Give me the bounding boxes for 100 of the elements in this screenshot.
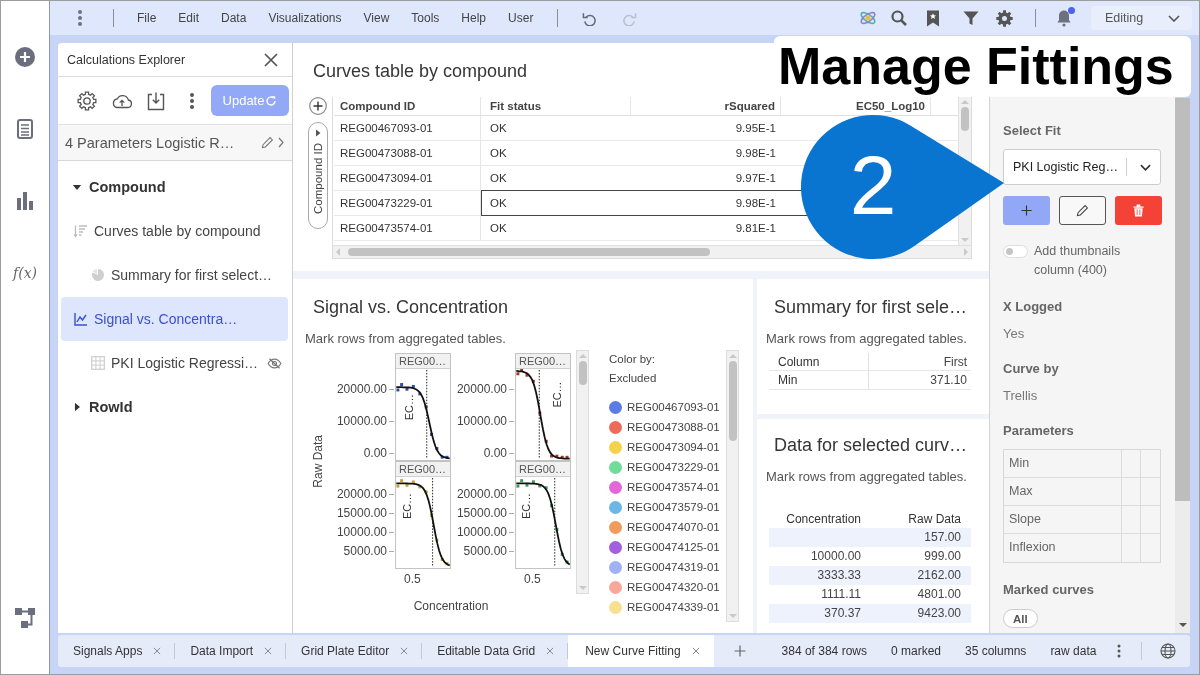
data-point[interactable] <box>424 405 428 409</box>
data-point[interactable] <box>405 483 409 487</box>
data-point[interactable] <box>544 486 548 490</box>
column-header[interactable]: Column <box>769 353 869 370</box>
data-point[interactable] <box>555 527 559 531</box>
marked-filter-chip[interactable]: All <box>1003 609 1038 628</box>
globe-icon[interactable] <box>1160 643 1177 659</box>
tree-group[interactable]: Compound <box>61 165 288 209</box>
data-point[interactable] <box>424 490 428 494</box>
tree-item[interactable]: Curves table by compound <box>61 209 288 253</box>
legend-label[interactable]: REG00474070-01 <box>627 521 720 533</box>
search-icon[interactable] <box>891 10 907 26</box>
page-tab[interactable]: New Curve Fitting <box>568 635 714 667</box>
data-point[interactable] <box>525 483 529 487</box>
legend-label[interactable]: REG00467093-01 <box>627 401 720 413</box>
column-header[interactable]: Compound ID <box>334 97 481 115</box>
data-point[interactable] <box>531 480 535 484</box>
legend-label[interactable]: REG00474125-01 <box>627 541 720 553</box>
data-point[interactable] <box>550 454 554 458</box>
data-point[interactable] <box>544 439 548 443</box>
bell-icon[interactable] <box>1056 9 1072 27</box>
pencil-icon[interactable] <box>261 136 274 149</box>
column-header[interactable]: Concentration <box>769 510 869 528</box>
delete-fit-button[interactable] <box>1115 196 1162 225</box>
data-point[interactable] <box>531 379 535 383</box>
document-icon[interactable] <box>17 119 33 139</box>
data-point[interactable] <box>430 514 434 517</box>
scrollbar[interactable] <box>726 350 739 622</box>
tree-group[interactable]: RowId <box>61 385 288 429</box>
undo-icon[interactable] <box>582 10 598 26</box>
legend-label[interactable]: REG00474319-01 <box>627 561 720 573</box>
menu-item[interactable]: Help <box>461 11 487 25</box>
plus-icon[interactable] <box>733 645 746 657</box>
legend-label[interactable]: REG00473229-01 <box>627 461 720 473</box>
page-tab[interactable]: Grid Plate Editor <box>286 635 423 667</box>
atom-icon[interactable] <box>859 9 877 27</box>
fit-dropdown[interactable]: PKI Logistic Reg… <box>1003 149 1161 185</box>
chevron-right-icon[interactable] <box>278 137 284 148</box>
close-icon[interactable] <box>691 647 700 655</box>
function-tool[interactable]: f(x) <box>13 265 37 281</box>
edit-fit-button[interactable] <box>1059 196 1106 225</box>
data-point[interactable] <box>405 387 409 391</box>
data-point[interactable] <box>435 446 439 450</box>
row-axis-selector[interactable]: Compound ID <box>308 122 328 229</box>
menu-item[interactable]: Edit <box>178 11 200 25</box>
data-point[interactable] <box>418 485 422 489</box>
legend-label[interactable]: REG00473579-01 <box>627 501 720 513</box>
hierarchy-icon[interactable] <box>15 608 35 628</box>
settings-icon[interactable] <box>77 90 97 111</box>
thumbnails-toggle[interactable] <box>1003 245 1028 258</box>
download-icon[interactable] <box>147 90 165 111</box>
data-point[interactable] <box>565 455 569 459</box>
bookmark-icon[interactable] <box>926 9 940 27</box>
more-icon[interactable] <box>78 10 82 26</box>
data-point[interactable] <box>538 484 542 488</box>
data-point[interactable] <box>411 384 415 388</box>
eye-slash-icon[interactable] <box>267 357 282 369</box>
legend-label[interactable]: REG00474320-01 <box>627 581 720 593</box>
column-header[interactable]: First <box>869 353 971 370</box>
column-header[interactable]: Raw Data <box>869 510 971 528</box>
filter-icon[interactable] <box>963 10 979 26</box>
legend-column[interactable]: Excluded <box>609 372 657 384</box>
more-icon[interactable] <box>1117 644 1122 658</box>
more-icon[interactable] <box>190 92 194 109</box>
data-point[interactable] <box>418 392 422 396</box>
data-point[interactable] <box>550 504 554 508</box>
data-point[interactable] <box>411 480 415 484</box>
close-icon[interactable] <box>264 52 278 67</box>
legend-label[interactable]: REG00473088-01 <box>627 421 720 433</box>
scrollbar[interactable] <box>576 350 589 594</box>
data-point[interactable] <box>560 455 564 459</box>
column-header[interactable]: rSquared <box>631 97 781 115</box>
page-tab[interactable]: Editable Data Grid <box>422 635 569 667</box>
menu-item[interactable]: Data <box>221 11 247 25</box>
calculation-selector[interactable]: 4 Parameters Logistic R… <box>58 124 292 161</box>
column-header[interactable]: Fit status <box>481 97 631 115</box>
data-point[interactable] <box>440 558 444 561</box>
add-icon[interactable] <box>15 47 35 67</box>
settings-icon[interactable] <box>996 9 1013 27</box>
data-point[interactable] <box>555 454 559 458</box>
data-point[interactable] <box>435 538 439 542</box>
data-point[interactable] <box>445 562 449 566</box>
data-point[interactable] <box>400 383 404 386</box>
menu-item[interactable]: Visualizations <box>268 11 342 25</box>
menu-item[interactable]: User <box>508 11 534 25</box>
page-tab[interactable]: Data Import <box>175 635 287 667</box>
scrollbar[interactable] <box>1175 98 1190 633</box>
bar-chart-icon[interactable] <box>17 192 33 210</box>
tree-item[interactable]: Signal vs. Concentra… <box>61 297 288 341</box>
legend-label[interactable]: REG00473094-01 <box>627 441 720 453</box>
page-tab[interactable]: Signals Apps <box>58 635 176 667</box>
data-point[interactable] <box>430 433 434 436</box>
cloud-upload-icon[interactable] <box>111 92 133 109</box>
tree-item[interactable]: Summary for first select… <box>61 253 288 297</box>
data-point[interactable] <box>525 373 529 377</box>
legend-label[interactable]: REG00474339-01 <box>627 601 720 613</box>
data-point[interactable] <box>565 560 569 564</box>
data-point[interactable] <box>560 553 564 556</box>
add-circle-icon[interactable] <box>309 97 327 115</box>
data-point[interactable] <box>538 411 542 415</box>
